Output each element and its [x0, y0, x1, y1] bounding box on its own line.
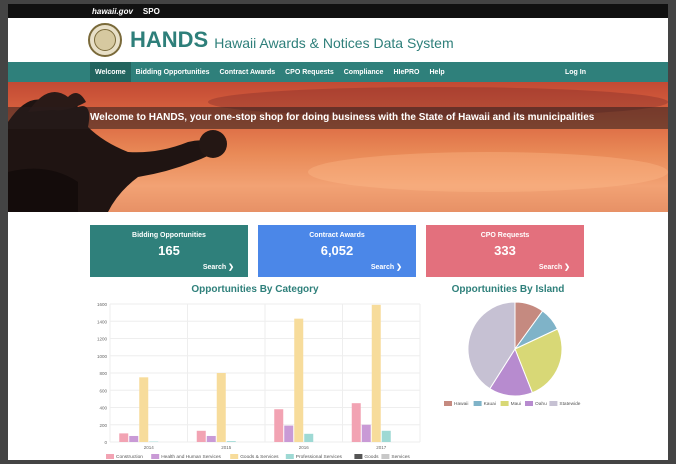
- card-bidding-opportunities[interactable]: Bidding Opportunities 165 Search ❯: [90, 225, 248, 277]
- x-tick-label: 2014: [144, 445, 155, 450]
- y-tick-label: 1600: [97, 302, 108, 307]
- nav-compliance[interactable]: Compliance: [339, 62, 389, 82]
- site-title[interactable]: HANDS: [130, 27, 208, 53]
- legend-swatch[interactable]: [444, 401, 452, 406]
- bar-construction[interactable]: [351, 403, 361, 442]
- card-value: 6,052: [320, 243, 354, 258]
- card-title: Contract Awards: [309, 232, 365, 239]
- bar-health-and-human-services[interactable]: [361, 424, 371, 442]
- nav-bidding-opportunities[interactable]: Bidding Opportunities: [131, 62, 215, 82]
- bar-health-and-human-services[interactable]: [129, 435, 139, 442]
- bar-goods-services[interactable]: [371, 304, 381, 442]
- x-tick-label: 2016: [299, 445, 310, 450]
- y-tick-label: 0: [104, 440, 107, 445]
- summary-cards: Bidding Opportunities 165 Search ❯ Contr…: [90, 225, 584, 277]
- legend-label[interactable]: Health and Human Services: [161, 454, 221, 460]
- card-value: 165: [158, 243, 180, 258]
- nav-help[interactable]: Help: [425, 62, 450, 82]
- legend-swatch[interactable]: [473, 401, 482, 406]
- legend-label[interactable]: Goods: [364, 454, 379, 460]
- hero-welcome-text: Welcome to HANDS, your one-stop shop for…: [90, 112, 595, 123]
- bar-professional-services[interactable]: [226, 441, 236, 442]
- brand-header: HANDS Hawaii Awards & Notices Data Syste…: [8, 18, 668, 62]
- legend-swatch[interactable]: [549, 401, 558, 406]
- bar-goods-services[interactable]: [139, 377, 149, 442]
- bar-professional-services[interactable]: [304, 433, 314, 442]
- spo-link[interactable]: SPO: [143, 7, 160, 16]
- card-title: CPO Requests: [480, 232, 530, 239]
- main-nav: Welcome Bidding Opportunities Contract A…: [8, 62, 668, 82]
- legend-swatch[interactable]: [106, 454, 114, 459]
- legend-label[interactable]: Maui: [511, 401, 521, 407]
- legend-swatch[interactable]: [381, 454, 390, 459]
- y-tick-label: 600: [99, 388, 107, 393]
- state-seal-logo[interactable]: [88, 23, 122, 57]
- card-contract-awards[interactable]: Contract Awards 6,052 Search ❯: [258, 225, 416, 277]
- legend-label[interactable]: Professional Services: [296, 454, 343, 460]
- site-subtitle: Hawaii Awards & Notices Data System: [214, 35, 454, 51]
- y-tick-label: 1000: [97, 354, 108, 359]
- card-title: Bidding Opportunities: [132, 232, 206, 239]
- legend-label[interactable]: Hawaii: [454, 401, 468, 407]
- card-cpo-requests[interactable]: CPO Requests 333 Search ❯: [426, 225, 584, 277]
- card-search-link[interactable]: Search ❯: [371, 263, 402, 271]
- top-bar: hawaii.gov SPO: [8, 4, 668, 18]
- y-tick-label: 800: [99, 371, 107, 376]
- nav-hiepro[interactable]: HIePRO: [388, 62, 424, 82]
- legend-swatch[interactable]: [525, 401, 533, 406]
- page: hawaii.gov SPO HANDS Hawaii Awards & Not…: [8, 4, 668, 460]
- bar-construction[interactable]: [274, 409, 284, 442]
- hula-dancer-silhouette: [8, 92, 227, 212]
- category-bar-chart: 0 200 400 600 800 1000 1200 1400 1600 2014 2015 201…: [97, 302, 421, 460]
- legend-label[interactable]: Goods & Services: [240, 454, 279, 460]
- legend-label[interactable]: Oahu: [535, 401, 547, 407]
- bar-goods-services[interactable]: [294, 318, 304, 442]
- legend-swatch[interactable]: [151, 454, 160, 459]
- nav-contract-awards[interactable]: Contract Awards: [215, 62, 281, 82]
- y-tick-label: 1200: [97, 337, 108, 342]
- card-search-link[interactable]: Search ❯: [539, 263, 570, 271]
- card-value: 333: [494, 243, 516, 258]
- legend-label[interactable]: Construction: [116, 454, 143, 460]
- bar-health-and-human-services[interactable]: [284, 425, 294, 442]
- card-search-link[interactable]: Search ❯: [203, 263, 234, 271]
- island-pie-chart: Hawaii Kauai Maui Oahu Statewide: [444, 301, 581, 407]
- bar-goods-services[interactable]: [216, 373, 226, 442]
- nav-cpo-requests[interactable]: CPO Requests: [280, 62, 339, 82]
- legend-swatch[interactable]: [500, 401, 509, 406]
- legend-swatch[interactable]: [230, 454, 239, 459]
- y-tick-label: 1400: [97, 319, 108, 324]
- x-tick-label: 2017: [376, 445, 387, 450]
- bar-construction[interactable]: [196, 430, 206, 442]
- login-link[interactable]: Log In: [560, 62, 591, 82]
- legend-swatch[interactable]: [354, 454, 363, 459]
- bar-professional-services[interactable]: [381, 430, 391, 442]
- legend-label[interactable]: Services: [391, 454, 410, 460]
- hero-banner: Welcome to HANDS, your one-stop shop for…: [8, 82, 668, 212]
- bar-health-and-human-services[interactable]: [206, 435, 216, 442]
- y-tick-label: 400: [99, 406, 107, 411]
- legend-label[interactable]: Statewide: [559, 401, 580, 407]
- y-tick-label: 200: [99, 423, 107, 428]
- hawaii-gov-link[interactable]: hawaii.gov: [92, 7, 133, 16]
- legend-label[interactable]: Kauai: [484, 401, 496, 407]
- bar-construction[interactable]: [119, 433, 129, 442]
- legend-swatch[interactable]: [285, 454, 294, 459]
- x-tick-label: 2015: [221, 445, 232, 450]
- nav-welcome[interactable]: Welcome: [90, 62, 131, 82]
